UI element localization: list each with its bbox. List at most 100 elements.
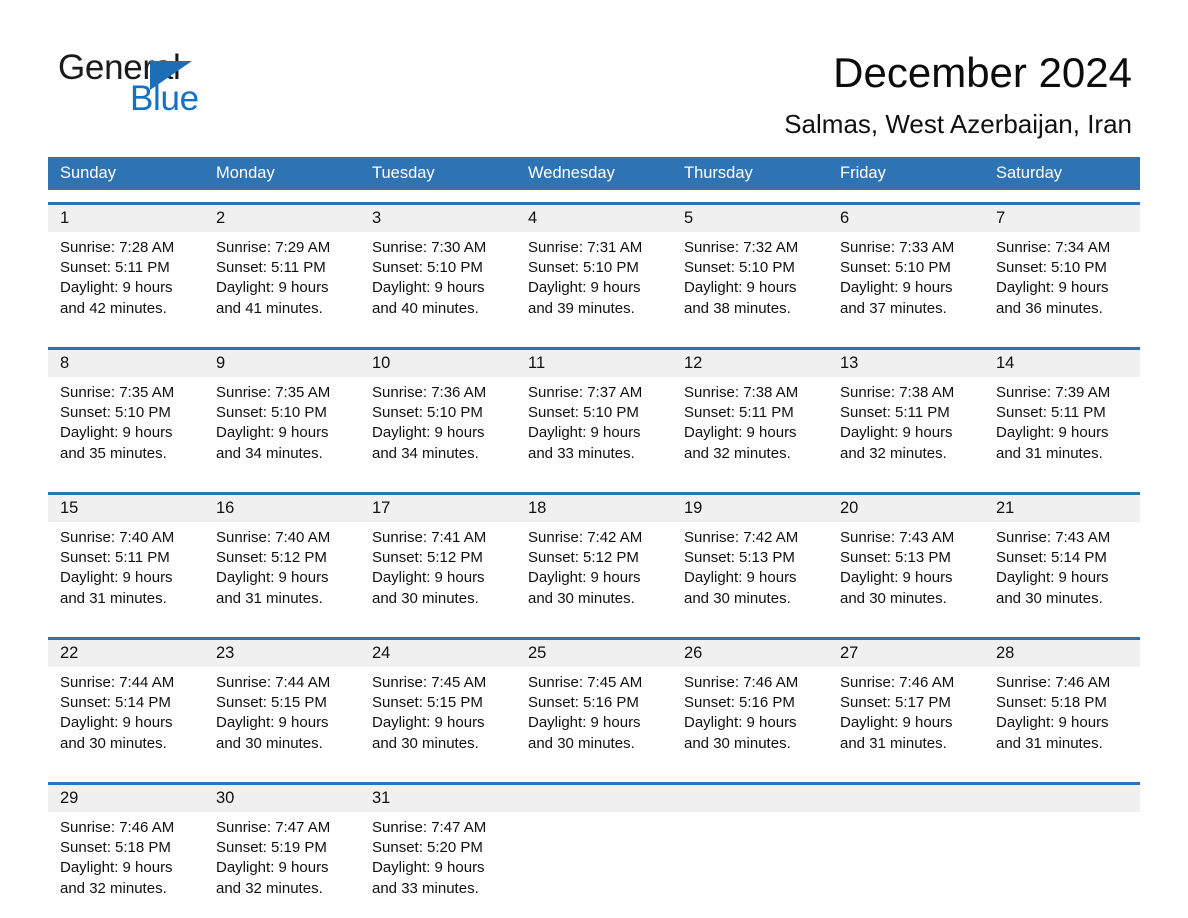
day-cell[interactable]: Sunrise: 7:43 AM Sunset: 5:14 PM Dayligh… xyxy=(984,522,1140,625)
day-cell[interactable]: Sunrise: 7:35 AM Sunset: 5:10 PM Dayligh… xyxy=(48,377,204,480)
day-cell[interactable]: Sunrise: 7:44 AM Sunset: 5:14 PM Dayligh… xyxy=(48,667,204,770)
day-cell[interactable]: Sunrise: 7:31 AM Sunset: 5:10 PM Dayligh… xyxy=(516,232,672,335)
sunset-text: Sunset: 5:12 PM xyxy=(216,549,327,567)
day-cell[interactable]: Sunrise: 7:40 AM Sunset: 5:12 PM Dayligh… xyxy=(204,522,360,625)
day-cell[interactable]: Sunrise: 7:38 AM Sunset: 5:11 PM Dayligh… xyxy=(672,377,828,480)
day-cell[interactable]: Sunrise: 7:32 AM Sunset: 5:10 PM Dayligh… xyxy=(672,232,828,335)
calendar-week-row: 1 2 3 4 5 6 7 Sunrise: 7:28 AM Sunset: 5… xyxy=(48,202,1140,335)
day-number[interactable]: 22 xyxy=(48,640,204,667)
day-number[interactable]: 10 xyxy=(360,350,516,377)
day-cell[interactable]: Sunrise: 7:40 AM Sunset: 5:11 PM Dayligh… xyxy=(48,522,204,625)
daylight-text-cont: and 32 minutes. xyxy=(216,879,323,897)
daylight-text: Daylight: 9 hours xyxy=(216,569,329,587)
daylight-text-cont: and 31 minutes. xyxy=(216,589,323,607)
day-cell[interactable]: Sunrise: 7:45 AM Sunset: 5:16 PM Dayligh… xyxy=(516,667,672,770)
sunrise-text: Sunrise: 7:43 AM xyxy=(996,529,1111,546)
day-cell[interactable]: Sunrise: 7:37 AM Sunset: 5:10 PM Dayligh… xyxy=(516,377,672,480)
day-number[interactable]: 5 xyxy=(672,205,828,232)
sunset-text: Sunset: 5:15 PM xyxy=(216,694,327,712)
day-number[interactable]: 25 xyxy=(516,640,672,667)
day-number[interactable]: 2 xyxy=(204,205,360,232)
day-cell[interactable]: Sunrise: 7:30 AM Sunset: 5:10 PM Dayligh… xyxy=(360,232,516,335)
day-number[interactable]: 24 xyxy=(360,640,516,667)
sunrise-text: Sunrise: 7:45 AM xyxy=(372,674,487,691)
day-number[interactable]: 30 xyxy=(204,785,360,812)
day-number[interactable]: 23 xyxy=(204,640,360,667)
day-cell[interactable]: Sunrise: 7:39 AM Sunset: 5:11 PM Dayligh… xyxy=(984,377,1140,480)
day-number[interactable]: 3 xyxy=(360,205,516,232)
daylight-text-cont: and 30 minutes. xyxy=(60,734,167,752)
day-cell[interactable]: Sunrise: 7:46 AM Sunset: 5:16 PM Dayligh… xyxy=(672,667,828,770)
sunrise-text: Sunrise: 7:35 AM xyxy=(60,384,175,401)
day-cell[interactable]: Sunrise: 7:46 AM Sunset: 5:17 PM Dayligh… xyxy=(828,667,984,770)
sunset-text: Sunset: 5:18 PM xyxy=(60,839,171,857)
day-number[interactable]: 29 xyxy=(48,785,204,812)
day-cell[interactable]: Sunrise: 7:34 AM Sunset: 5:10 PM Dayligh… xyxy=(984,232,1140,335)
page-title: December 2024 xyxy=(833,49,1132,96)
sunrise-text: Sunrise: 7:46 AM xyxy=(996,674,1111,691)
daylight-text: Daylight: 9 hours xyxy=(372,859,485,877)
day-number[interactable]: 1 xyxy=(48,205,204,232)
weekday-header-wednesday: Wednesday xyxy=(528,164,615,182)
day-cell[interactable]: Sunrise: 7:35 AM Sunset: 5:10 PM Dayligh… xyxy=(204,377,360,480)
day-number[interactable]: 19 xyxy=(672,495,828,522)
daylight-text: Daylight: 9 hours xyxy=(840,714,953,732)
day-cell[interactable]: Sunrise: 7:46 AM Sunset: 5:18 PM Dayligh… xyxy=(984,667,1140,770)
day-number[interactable]: 7 xyxy=(984,205,1140,232)
day-number[interactable]: 21 xyxy=(984,495,1140,522)
daylight-text: Daylight: 9 hours xyxy=(840,279,953,297)
day-number[interactable]: 12 xyxy=(672,350,828,377)
day-cell[interactable]: Sunrise: 7:38 AM Sunset: 5:11 PM Dayligh… xyxy=(828,377,984,480)
day-cell[interactable]: Sunrise: 7:42 AM Sunset: 5:12 PM Dayligh… xyxy=(516,522,672,625)
day-cell[interactable]: Sunrise: 7:47 AM Sunset: 5:20 PM Dayligh… xyxy=(360,812,516,915)
day-number[interactable]: 17 xyxy=(360,495,516,522)
day-number[interactable]: 27 xyxy=(828,640,984,667)
day-number[interactable]: 11 xyxy=(516,350,672,377)
day-cell[interactable]: Sunrise: 7:47 AM Sunset: 5:19 PM Dayligh… xyxy=(204,812,360,915)
day-cell[interactable]: Sunrise: 7:43 AM Sunset: 5:13 PM Dayligh… xyxy=(828,522,984,625)
logo-text-blue: Blue xyxy=(130,79,199,118)
day-number[interactable]: 26 xyxy=(672,640,828,667)
day-detail-row: Sunrise: 7:40 AM Sunset: 5:11 PM Dayligh… xyxy=(48,522,1140,625)
day-number[interactable]: 6 xyxy=(828,205,984,232)
daylight-text-cont: and 30 minutes. xyxy=(528,589,635,607)
weekday-header-sunday: Sunday xyxy=(60,164,116,182)
day-cell[interactable]: Sunrise: 7:36 AM Sunset: 5:10 PM Dayligh… xyxy=(360,377,516,480)
daylight-text-cont: and 33 minutes. xyxy=(372,879,479,897)
day-number[interactable]: 4 xyxy=(516,205,672,232)
daylight-text: Daylight: 9 hours xyxy=(372,424,485,442)
daylight-text-cont: and 30 minutes. xyxy=(528,734,635,752)
sunrise-text: Sunrise: 7:41 AM xyxy=(372,529,487,546)
day-cell[interactable]: Sunrise: 7:28 AM Sunset: 5:11 PM Dayligh… xyxy=(48,232,204,335)
day-number[interactable]: 18 xyxy=(516,495,672,522)
day-number[interactable]: 9 xyxy=(204,350,360,377)
sunset-text: Sunset: 5:11 PM xyxy=(840,404,950,422)
daylight-text-cont: and 30 minutes. xyxy=(372,734,479,752)
day-number[interactable]: 15 xyxy=(48,495,204,522)
sunrise-text: Sunrise: 7:40 AM xyxy=(216,529,331,546)
day-number[interactable]: 20 xyxy=(828,495,984,522)
day-cell[interactable]: Sunrise: 7:41 AM Sunset: 5:12 PM Dayligh… xyxy=(360,522,516,625)
day-cell[interactable]: Sunrise: 7:29 AM Sunset: 5:11 PM Dayligh… xyxy=(204,232,360,335)
sunset-text: Sunset: 5:10 PM xyxy=(528,259,639,277)
day-cell[interactable]: Sunrise: 7:46 AM Sunset: 5:18 PM Dayligh… xyxy=(48,812,204,915)
daylight-text-cont: and 42 minutes. xyxy=(60,299,167,317)
day-cell[interactable]: Sunrise: 7:45 AM Sunset: 5:15 PM Dayligh… xyxy=(360,667,516,770)
day-number[interactable]: 31 xyxy=(360,785,516,812)
day-cell[interactable]: Sunrise: 7:42 AM Sunset: 5:13 PM Dayligh… xyxy=(672,522,828,625)
day-cell[interactable]: Sunrise: 7:44 AM Sunset: 5:15 PM Dayligh… xyxy=(204,667,360,770)
general-blue-logo[interactable]: General Blue xyxy=(58,48,318,128)
day-number[interactable]: 28 xyxy=(984,640,1140,667)
sunset-text: Sunset: 5:15 PM xyxy=(372,694,483,712)
day-number[interactable]: 13 xyxy=(828,350,984,377)
sunrise-text: Sunrise: 7:28 AM xyxy=(60,239,175,256)
sunset-text: Sunset: 5:10 PM xyxy=(840,259,951,277)
sunset-text: Sunset: 5:16 PM xyxy=(684,694,795,712)
day-number[interactable]: 14 xyxy=(984,350,1140,377)
day-number[interactable]: 8 xyxy=(48,350,204,377)
calendar-week-row: 8 9 10 11 12 13 14 Sunrise: 7:35 AM Suns… xyxy=(48,347,1140,480)
daylight-text: Daylight: 9 hours xyxy=(840,569,953,587)
day-cell[interactable]: Sunrise: 7:33 AM Sunset: 5:10 PM Dayligh… xyxy=(828,232,984,335)
day-number[interactable]: 16 xyxy=(204,495,360,522)
daylight-text-cont: and 35 minutes. xyxy=(60,444,167,462)
